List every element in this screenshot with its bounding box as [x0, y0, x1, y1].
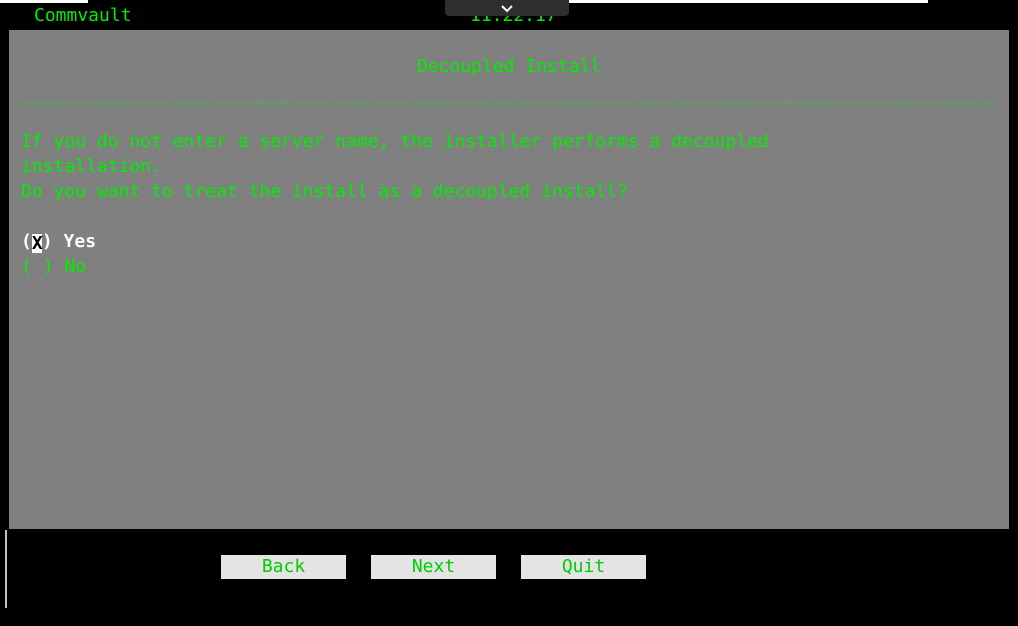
message-line-1: If you do not enter a server name, the i…: [21, 131, 769, 152]
option-yes[interactable]: (X) Yes: [21, 229, 96, 254]
radio-empty-marker: [32, 254, 43, 279]
message-line-2: installation.: [21, 156, 162, 177]
window-edge-right: [568, 0, 928, 3]
session-toolbar-pulldown[interactable]: [445, 0, 569, 16]
next-button[interactable]: Next: [371, 555, 496, 579]
chevron-down-icon: [500, 4, 514, 13]
option-no[interactable]: ( ) No: [21, 254, 86, 279]
left-divider: [5, 530, 7, 608]
radio-selected-marker: X: [31, 233, 43, 254]
option-no-label: No: [64, 256, 87, 277]
back-button[interactable]: Back: [221, 555, 346, 579]
brand-label: Commvault: [34, 5, 132, 26]
option-yes-label: Yes: [63, 231, 97, 252]
title-divider: [21, 102, 997, 103]
window-edge-left: [0, 0, 88, 3]
dialog-title: Decoupled Install: [416, 56, 602, 77]
dialog-panel: Decoupled Install If you do not enter a …: [9, 30, 1009, 529]
top-bar: Commvault 11:22:17: [0, 0, 1018, 30]
quit-button[interactable]: Quit: [521, 555, 646, 579]
question-line: Do you want to treat the install as a de…: [21, 181, 628, 202]
